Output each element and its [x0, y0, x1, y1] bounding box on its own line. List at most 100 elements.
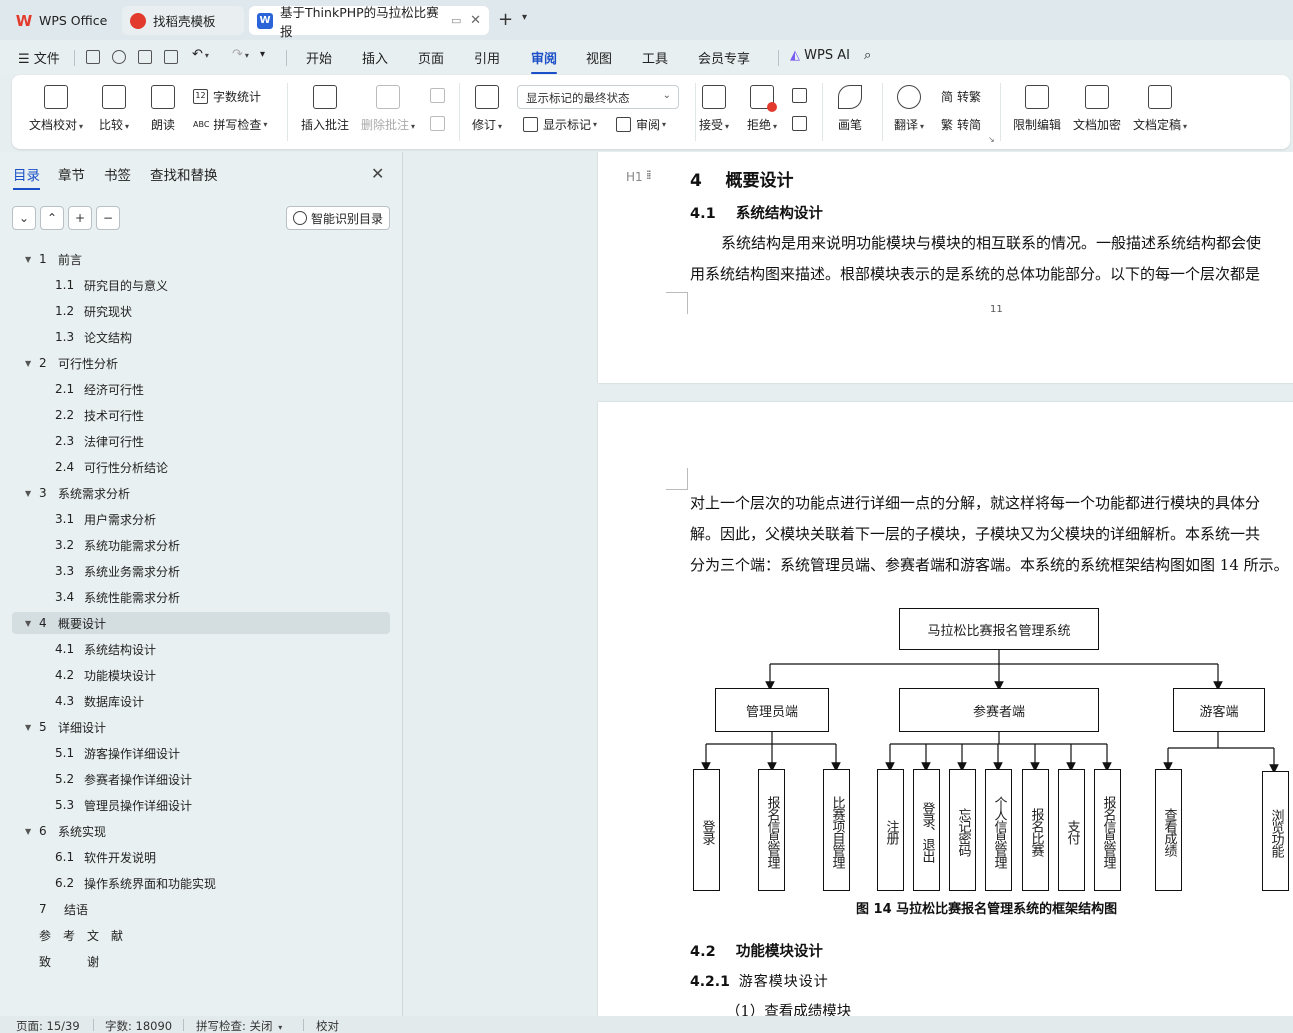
spell-check-button[interactable]: ABC 拼写检查 ▾	[193, 116, 267, 133]
menu-insert[interactable]: 插入	[362, 48, 388, 67]
toc-item[interactable]: 致 谢	[39, 950, 99, 972]
toc-item[interactable]: 5.1 游客操作详细设计	[55, 742, 180, 764]
encrypt-button[interactable]: 文档加密	[1073, 85, 1121, 133]
toc-item[interactable]: ▼ 5 详细设计	[25, 716, 106, 738]
expand-toggle-icon[interactable]: ▼	[25, 723, 31, 732]
next-change-icon[interactable]	[792, 116, 812, 131]
restrict-edit-button[interactable]: 限制编辑	[1013, 85, 1061, 133]
tab-document[interactable]: W 基于ThinkPHP的马拉松比赛报 ▭ ✕	[249, 5, 489, 39]
toc-item[interactable]: 1.1 研究目的与意义	[55, 274, 168, 296]
review-pane-button[interactable]: 审阅 ▾	[616, 116, 666, 133]
wps-ai-button[interactable]: ◭ WPS AI	[790, 48, 850, 63]
menu-tools[interactable]: 工具	[642, 48, 668, 67]
drag-handle-icon[interactable]: ⁞⁞	[646, 168, 651, 182]
menu-view[interactable]: 视图	[586, 48, 612, 67]
proofread-status[interactable]: 校对	[316, 1018, 339, 1033]
toc-item[interactable]: 4.1 系统结构设计	[55, 638, 156, 660]
redo-icon[interactable]: ↷ ▾	[232, 47, 249, 62]
remove-heading-button[interactable]: −	[96, 206, 120, 230]
group-expand-icon[interactable]: ↘	[988, 135, 995, 144]
nav-tab-find-replace[interactable]: 查找和替换	[150, 164, 218, 184]
toc-item[interactable]: 2.2 技术可行性	[55, 404, 144, 426]
document-canvas[interactable]: H1 ⁞⁞ 4 概要设计 4.1 系统结构设计 系统结构是用来说明功能模块与模块…	[404, 152, 1293, 1016]
toc-item[interactable]: 2.3 法律可行性	[55, 430, 144, 452]
expand-toggle-icon[interactable]: ▼	[25, 827, 31, 836]
toc-item[interactable]: ▼ 1 前言	[25, 248, 82, 270]
menu-start[interactable]: 开始	[306, 48, 332, 67]
quick-access-more-icon[interactable]: ▾	[260, 49, 265, 60]
toc-item[interactable]: 6.1 软件开发说明	[55, 846, 156, 868]
menu-member[interactable]: 会员专享	[698, 48, 750, 67]
toc-item[interactable]: 4.2 功能模块设计	[55, 664, 156, 686]
tab-docer[interactable]: 找稻壳模板	[122, 6, 244, 35]
word-count-button[interactable]: 12 字数统计	[193, 88, 261, 105]
menu-page[interactable]: 页面	[418, 48, 444, 67]
to-simplified-button[interactable]: 繁 转简	[941, 116, 981, 133]
nav-tab-chapters[interactable]: 章节	[58, 164, 85, 184]
menu-review[interactable]: 审阅	[531, 48, 558, 74]
accept-button[interactable]: 接受 ▾	[699, 85, 729, 133]
nav-tab-toc[interactable]: 目录	[13, 164, 40, 190]
pen-button[interactable]: 画笔	[838, 85, 862, 133]
reject-button[interactable]: 拒绝 ▾	[747, 85, 777, 133]
toc-item[interactable]: ▼ 4 概要设计	[25, 612, 106, 634]
track-changes-button[interactable]: 修订 ▾	[472, 85, 502, 133]
toc-item[interactable]: 3.3 系统业务需求分析	[55, 560, 180, 582]
toc-item[interactable]: 7 结语	[39, 898, 88, 920]
toc-item[interactable]: 3.2 系统功能需求分析	[55, 534, 180, 556]
page-indicator[interactable]: 页面: 15/39	[16, 1018, 80, 1033]
print-icon[interactable]	[138, 50, 152, 64]
to-traditional-button[interactable]: 简 转繁	[941, 88, 981, 105]
finalize-button[interactable]: 文档定稿 ▾	[1133, 85, 1187, 133]
page-11[interactable]: H1 ⁞⁞ 4 概要设计 4.1 系统结构设计 系统结构是用来说明功能模块与模块…	[598, 152, 1293, 383]
word-count-indicator[interactable]: 字数: 18090	[105, 1018, 172, 1033]
search-icon[interactable]: ⌕	[864, 48, 871, 63]
toc-item[interactable]: 5.3 管理员操作详细设计	[55, 794, 192, 816]
toc-item[interactable]: 5.2 参赛者操作详细设计	[55, 768, 192, 790]
expand-toggle-icon[interactable]: ▼	[25, 255, 31, 264]
insert-comment-button[interactable]: 插入批注	[301, 85, 349, 133]
delete-comment-button[interactable]: 删除批注 ▾	[361, 85, 415, 133]
close-tab-icon[interactable]: ✕	[470, 13, 481, 28]
toc-item[interactable]: 3.1 用户需求分析	[55, 508, 156, 530]
page-12[interactable]: 对上一个层次的功能点进行详细一点的分解，就这样将每一个功能都进行模块的具体分 解…	[598, 402, 1293, 1016]
spell-check-status[interactable]: 拼写检查: 关闭 ▾	[196, 1018, 282, 1033]
new-tab-icon[interactable]: +	[498, 9, 513, 30]
prev-change-icon[interactable]	[792, 88, 812, 103]
nav-tab-bookmarks[interactable]: 书签	[104, 164, 131, 184]
collapse-all-button[interactable]: ⌄	[12, 206, 36, 230]
monitor-icon[interactable]: ▭	[451, 14, 461, 27]
share-icon[interactable]	[112, 50, 126, 64]
close-panel-icon[interactable]: ✕	[371, 164, 384, 183]
toc-item[interactable]: 2.4 可行性分析结论	[55, 456, 168, 478]
expand-up-button[interactable]: ⌃	[40, 206, 64, 230]
next-comment-icon[interactable]	[430, 116, 450, 131]
toc-item[interactable]: 1.3 论文结构	[55, 326, 132, 348]
toc-item[interactable]: 6.2 操作系统界面和功能实现	[55, 872, 216, 894]
smart-toc-button[interactable]: 智能识别目录	[286, 206, 390, 230]
add-heading-button[interactable]: +	[68, 206, 92, 230]
print-preview-icon[interactable]	[164, 50, 178, 64]
expand-toggle-icon[interactable]: ▼	[25, 489, 31, 498]
tab-wps-office[interactable]: W WPS Office	[8, 6, 116, 35]
compare-button[interactable]: 比较 ▾	[99, 85, 129, 133]
prev-comment-icon[interactable]	[430, 88, 450, 103]
menu-reference[interactable]: 引用	[474, 48, 500, 67]
toc-item[interactable]: ▼ 3 系统需求分析	[25, 482, 130, 504]
chevron-down-icon[interactable]: ▾	[522, 12, 527, 23]
show-markup-button[interactable]: 显示标记 ▾	[523, 116, 597, 133]
toc-item[interactable]: ▼ 6 系统实现	[25, 820, 106, 842]
expand-toggle-icon[interactable]: ▼	[25, 359, 31, 368]
read-aloud-button[interactable]: 朗读	[151, 85, 175, 133]
toc-item[interactable]: ▼ 2 可行性分析	[25, 352, 118, 374]
toc-item[interactable]: 1.2 研究现状	[55, 300, 132, 322]
doc-proofread-button[interactable]: 文档校对 ▾	[29, 85, 83, 133]
expand-toggle-icon[interactable]: ▼	[25, 619, 31, 628]
toc-item[interactable]: 4.3 数据库设计	[55, 690, 144, 712]
toc-item[interactable]: 3.4 系统性能需求分析	[55, 586, 180, 608]
save-icon[interactable]	[86, 50, 100, 64]
markup-state-select[interactable]: 显示标记的最终状态 ⌄	[517, 85, 679, 109]
toc-item[interactable]: 参 考 文 献	[39, 924, 123, 946]
undo-icon[interactable]: ↶ ▾	[192, 47, 209, 62]
toc-item[interactable]: 2.1 经济可行性	[55, 378, 144, 400]
